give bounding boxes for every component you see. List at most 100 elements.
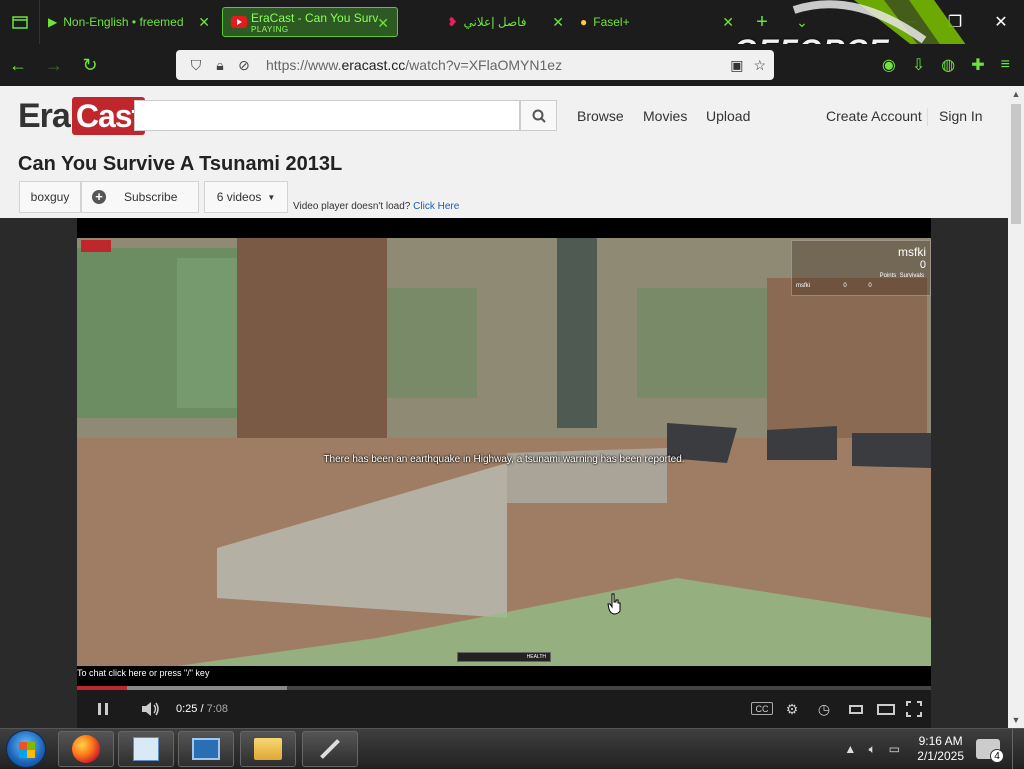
folder-icon <box>254 738 282 760</box>
miniplayer-icon[interactable] <box>845 690 867 728</box>
pen-icon <box>320 739 340 759</box>
logo-text-era: Era <box>18 96 71 135</box>
nav-divider <box>927 108 928 126</box>
downloads-icon[interactable]: ⇩ <box>912 55 925 75</box>
bookmark-star-icon[interactable]: ☆ <box>753 57 766 74</box>
close-tab-icon[interactable]: ✕ <box>722 14 734 31</box>
system-tray: ▲ 🔈︎ ▭ 9:16 AM 2/1/2025 4 <box>839 729 1024 769</box>
computer-icon <box>192 738 220 760</box>
lock-icon[interactable]: 🔒︎ <box>208 57 232 74</box>
show-hidden-icons-chevron-icon[interactable]: ▲ <box>839 742 861 756</box>
tab-freemed[interactable]: ▶ Non-English • freemed ✕ <box>40 7 218 37</box>
hand-cursor-icon <box>607 593 621 615</box>
new-tab-icon[interactable]: + <box>742 11 782 34</box>
taskbar-clock[interactable]: 9:16 AM 2/1/2025 <box>917 734 964 764</box>
settings-gear-icon[interactable]: ⚙ <box>781 690 803 728</box>
channel-videos-dropdown[interactable]: 6 videos ▼ <box>204 181 288 213</box>
toolbar-extensions: ◉ ⇩ ◍ ✚ ≡ <box>882 44 1024 86</box>
video-title: Can You Survive A Tsunami 2013L <box>18 153 343 175</box>
video-player[interactable]: msfki 0 Points Survivals msfki 0 0 There… <box>77 218 931 728</box>
watch-later-clock-icon[interactable]: ◷ <box>813 690 835 728</box>
taskbar-firefox[interactable] <box>58 731 114 767</box>
extension-icon[interactable]: ◉ <box>882 55 896 75</box>
extensions-puzzle-icon[interactable]: ✚ <box>971 55 984 75</box>
channel-button[interactable]: boxguy <box>19 181 81 213</box>
autoplay-blocked-icon[interactable]: ⊘ <box>232 57 256 74</box>
video-frame[interactable]: msfki 0 Points Survivals msfki 0 0 There… <box>77 238 931 666</box>
theater-mode-icon[interactable] <box>875 690 897 728</box>
scroll-thumb[interactable] <box>1011 104 1021 224</box>
start-button[interactable] <box>6 730 46 768</box>
pause-icon <box>98 703 108 715</box>
search-button[interactable] <box>520 100 557 131</box>
speaker-icon[interactable]: 🔈︎ <box>861 742 883 757</box>
close-tab-icon[interactable]: ✕ <box>377 15 389 32</box>
network-icon[interactable]: ▭ <box>883 742 905 756</box>
web-page: Era Cast Browse Movies Upload Create Acc… <box>0 86 1008 728</box>
document-window-icon <box>133 737 159 761</box>
health-bar: HEALTH <box>457 652 551 662</box>
taskbar-app-window[interactable] <box>118 731 174 767</box>
forward-icon[interactable]: → <box>36 44 72 86</box>
navigation-bar: ← → ↻ ⛉ 🔒︎ ⊘ https://www.eracast.cc/watc… <box>0 44 1024 86</box>
shield-icon[interactable]: ⛉ <box>184 57 208 74</box>
duration: 7:08 <box>206 703 229 715</box>
tab-title: EraCast - Can You Surv <box>251 10 379 25</box>
tab-title: Non-English • freemed <box>63 15 184 29</box>
scroll-down-icon[interactable]: ▼ <box>1008 712 1024 728</box>
picture-in-picture-icon[interactable]: ▣ <box>730 57 743 74</box>
pause-button[interactable] <box>91 690 115 728</box>
reload-icon[interactable]: ↻ <box>72 44 108 86</box>
page-scrollbar[interactable]: ▲ ▼ <box>1008 86 1024 728</box>
tab-eracast-active[interactable]: EraCast - Can You Surv PLAYING ✕ <box>222 7 398 37</box>
windows-taskbar: ▲ 🔈︎ ▭ 9:16 AM 2/1/2025 4 <box>0 728 1024 769</box>
subscribe-button[interactable]: + Subscribe <box>81 181 199 213</box>
close-tab-icon[interactable]: ✕ <box>198 14 210 31</box>
close-tab-icon[interactable]: ✕ <box>552 14 564 31</box>
click-here-link[interactable]: Click Here <box>413 201 459 212</box>
player-help-text: Video player doesn't load? <box>293 201 411 212</box>
minimize-icon[interactable]: — <box>886 0 932 44</box>
scroll-up-icon[interactable]: ▲ <box>1008 86 1024 102</box>
videos-count-label: 6 videos <box>216 190 262 204</box>
action-center-icon[interactable]: 4 <box>976 739 1004 763</box>
sign-in-link[interactable]: Sign In <box>939 108 983 124</box>
plus-icon: + <box>92 190 106 204</box>
maximize-icon[interactable]: ❐ <box>932 0 978 44</box>
nav-browse-link[interactable]: Browse <box>577 108 624 124</box>
create-account-link[interactable]: Create Account <box>826 108 922 124</box>
nav-upload-link[interactable]: Upload <box>706 108 750 124</box>
nav-movies-link[interactable]: Movies <box>643 108 687 124</box>
url-text[interactable]: https://www.eracast.cc/watch?v=XFlaOMYN1… <box>266 57 562 73</box>
account-icon[interactable]: ◍ <box>941 55 955 75</box>
taskbar-pen-app[interactable] <box>302 731 358 767</box>
tab-fasel[interactable]: ● Fasel+ ✕ <box>572 7 742 37</box>
tab-ad-break[interactable]: ❥ فاصل إعلاني ✕ <box>402 7 572 37</box>
subscribe-label: Subscribe <box>124 190 178 204</box>
tab-playing-label: PLAYING <box>251 24 289 34</box>
taskbar-computer[interactable] <box>178 731 234 767</box>
address-bar[interactable]: ⛉ 🔒︎ ⊘ https://www.eracast.cc/watch?v=XF… <box>176 50 774 80</box>
volume-icon <box>142 702 159 716</box>
chevron-down-icon[interactable]: ⌄ <box>782 14 822 31</box>
score-row: msfki 0 0 <box>796 283 872 289</box>
all-tabs-icon[interactable] <box>0 0 40 44</box>
menu-icon[interactable]: ≡ <box>1001 56 1010 74</box>
eracast-logo[interactable]: Era Cast <box>18 96 146 136</box>
score-columns: Points Survivals <box>879 273 924 279</box>
close-window-icon[interactable]: ✕ <box>978 0 1024 44</box>
current-time: 0:25 <box>176 703 198 715</box>
tab-title: Fasel+ <box>593 15 630 29</box>
search-input[interactable] <box>134 100 520 131</box>
back-icon[interactable]: ← <box>0 44 36 86</box>
volume-button[interactable] <box>139 690 163 728</box>
show-desktop-button[interactable] <box>1012 729 1024 769</box>
tab-bar: ▶ Non-English • freemed ✕ EraCast - Can … <box>0 0 1024 44</box>
search-icon <box>532 109 546 123</box>
captions-button[interactable]: CC <box>751 702 773 715</box>
chat-hint[interactable]: To chat click here or press "/" key <box>77 668 209 678</box>
taskbar-explorer[interactable] <box>240 731 296 767</box>
firefox-icon <box>72 735 100 763</box>
fullscreen-icon[interactable] <box>903 690 925 728</box>
bulb-icon: ● <box>580 15 588 29</box>
